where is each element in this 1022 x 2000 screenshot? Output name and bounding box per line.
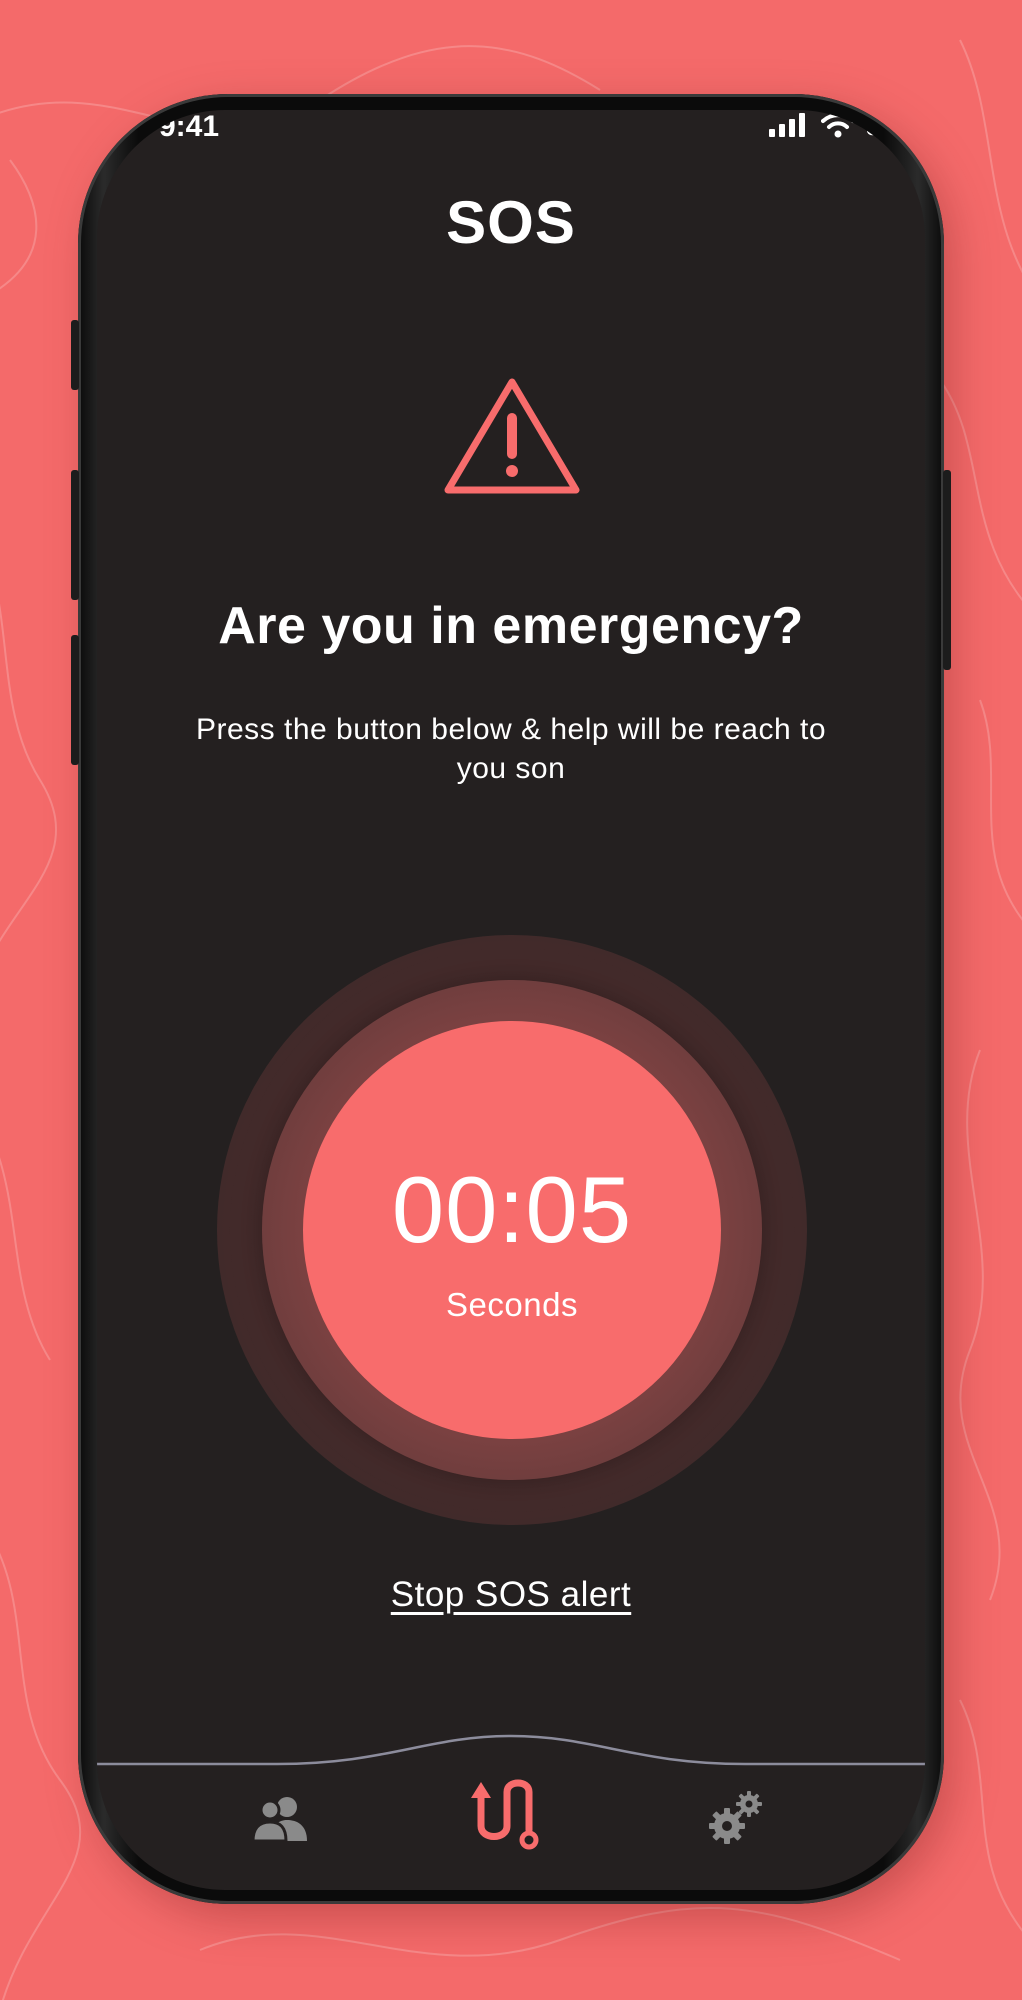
countdown-timer: 00:05 xyxy=(391,1157,633,1262)
nav-contacts[interactable] xyxy=(251,1795,309,1847)
nav-settings[interactable] xyxy=(707,1788,767,1852)
sos-countdown-button[interactable]: 00:05 Seconds xyxy=(303,1021,721,1439)
nav-sos-route[interactable] xyxy=(467,1770,547,1854)
volume-down-button xyxy=(71,635,79,765)
contacts-icon xyxy=(251,1797,307,1843)
countdown-unit: Seconds xyxy=(446,1286,578,1323)
app-screen: 9:41 SOS Are you in emergency? Press the… xyxy=(97,110,925,1890)
power-button xyxy=(943,470,951,670)
emergency-headline: Are you in emergency? xyxy=(218,597,804,655)
signal-icon xyxy=(769,113,805,137)
stop-sos-link[interactable]: Stop SOS alert xyxy=(97,1575,925,1615)
route-icon xyxy=(471,1779,539,1850)
settings-icon xyxy=(709,1791,762,1844)
warning-icon xyxy=(444,378,580,494)
mute-switch xyxy=(71,320,79,390)
page-title: SOS xyxy=(446,189,576,256)
battery-icon xyxy=(867,114,895,136)
status-icons xyxy=(769,112,895,138)
wifi-icon xyxy=(821,113,855,138)
emergency-description: Press the button below & help will be re… xyxy=(195,713,827,785)
volume-up-button xyxy=(71,470,79,600)
status-time: 9:41 xyxy=(159,110,220,143)
